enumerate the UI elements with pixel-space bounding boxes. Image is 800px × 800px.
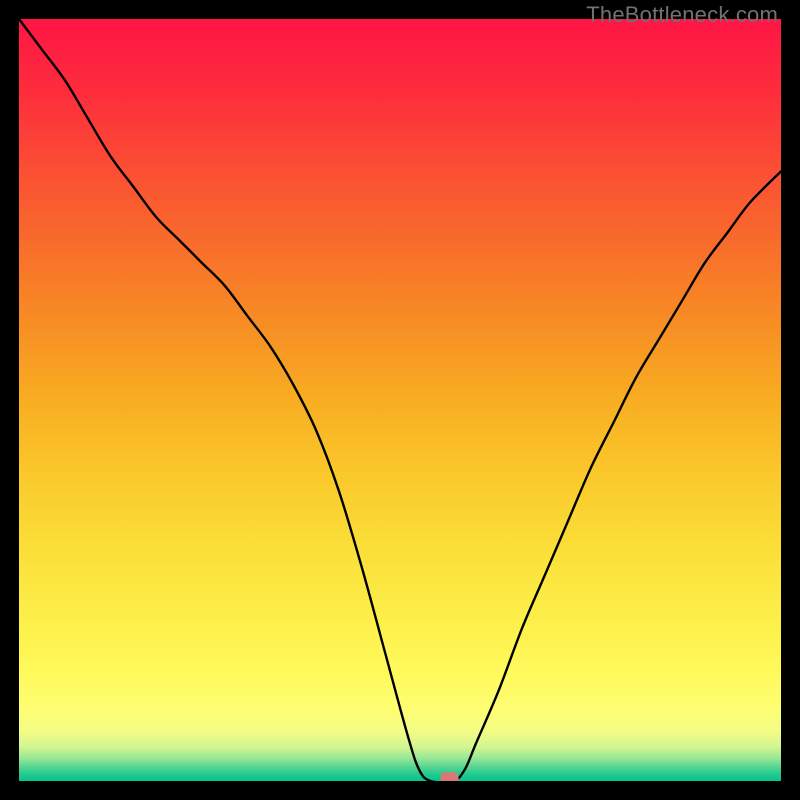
plot-area [19,19,781,781]
chart-frame: TheBottleneck.com [0,0,800,800]
bottleneck-curve-chart [19,19,781,781]
gradient-background [19,19,781,781]
optimum-marker [441,772,459,781]
